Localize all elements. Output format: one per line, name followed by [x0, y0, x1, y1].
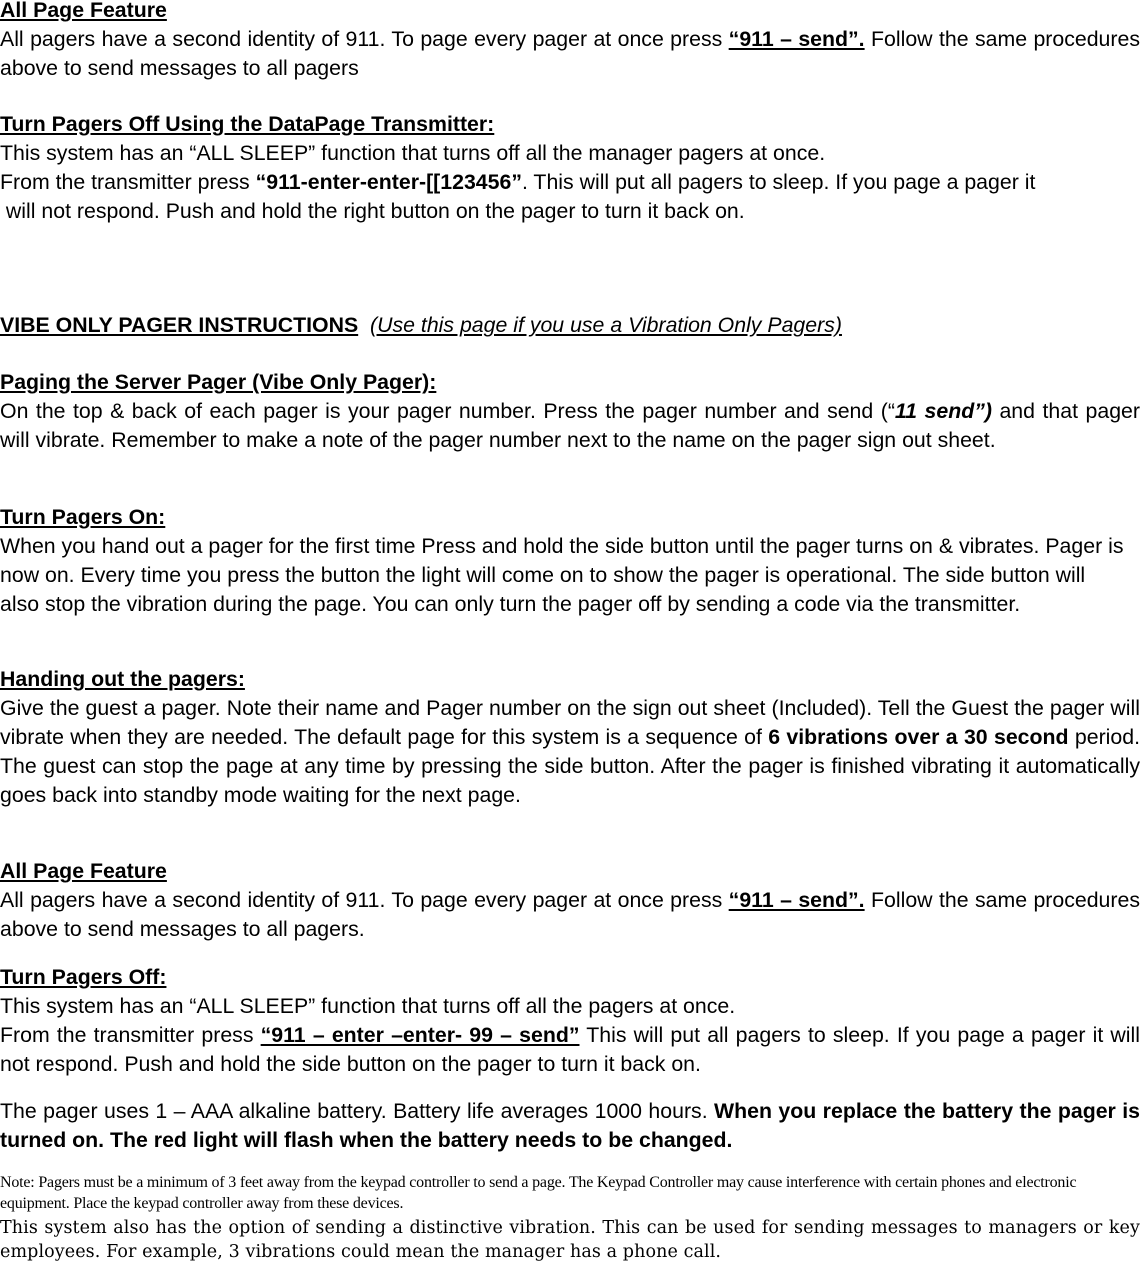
section-text: All pagers have a second identity of 911…	[0, 886, 1140, 944]
section-heading: All Page Feature	[0, 0, 167, 22]
section-heading: Paging the Server Pager (Vibe Only Pager…	[0, 370, 437, 394]
section-heading: Turn Pagers On:	[0, 505, 166, 529]
page-subtitle: (Use this page if you use a Vibration On…	[370, 313, 842, 337]
section-line: This system has an “ALL SLEEP” function …	[0, 994, 736, 1018]
section-all-page-feature-1: All Page Feature All pagers have a secon…	[0, 0, 1140, 83]
section-heading: Turn Pagers Off Using the DataPage Trans…	[0, 112, 495, 136]
section-line: This system has an “ALL SLEEP” function …	[0, 141, 826, 165]
section-turn-on: Turn Pagers On: When you hand out a page…	[0, 503, 1140, 619]
text-run: From the transmitter press	[0, 1023, 261, 1047]
section-text: On the top & back of each pager is your …	[0, 397, 1140, 455]
section-turn-off-transmitter: Turn Pagers Off Using the DataPage Trans…	[0, 110, 1140, 226]
section-battery: The pager uses 1 – AAA alkaline battery.…	[0, 1097, 1140, 1155]
section-text: This system also has the option of sendi…	[0, 1218, 1140, 1262]
section-line: From the transmitter press “911-enter-en…	[0, 168, 1140, 197]
section-note: Note: Pagers must be a minimum of 3 feet…	[0, 1172, 1135, 1214]
section-text: From the transmitter press “911 – enter …	[0, 1021, 1140, 1079]
section-text: Give the guest a pager. Note their name …	[0, 694, 1140, 810]
key-sequence: “911 – send”.	[728, 27, 865, 51]
key-sequence: “911-enter-enter-[[123456”	[255, 170, 522, 194]
section-paging-server: Paging the Server Pager (Vibe Only Pager…	[0, 368, 1140, 455]
note-text: Note: Pagers must be a minimum of 3 feet…	[0, 1174, 1077, 1212]
key-sequence: “911 – send”.	[728, 888, 865, 912]
section-heading: Handing out the pagers:	[0, 667, 245, 691]
section-text: The pager uses 1 – AAA alkaline battery.…	[0, 1097, 1140, 1155]
section-text: All pagers have a second identity of 911…	[0, 25, 1140, 83]
key-sequence: “911 – enter –enter- 99 – send”	[260, 1023, 580, 1047]
section-heading: All Page Feature	[0, 859, 167, 883]
section-all-page-feature-2: All Page Feature All pagers have a secon…	[0, 857, 1140, 944]
section-line: will not respond. Push and hold the righ…	[0, 199, 745, 223]
page-title: VIBE ONLY PAGER INSTRUCTIONS	[0, 313, 359, 337]
text-run: The pager uses 1 – AAA alkaline battery.…	[0, 1099, 715, 1123]
bold-text: 6 vibrations over a 30 second	[768, 725, 1069, 749]
section-heading: Turn Pagers Off:	[0, 965, 167, 989]
text-run: From the transmitter press	[0, 170, 256, 194]
text-run: On the top & back of each pager is your …	[0, 399, 895, 423]
vibe-only-title: VIBE ONLY PAGER INSTRUCTIONS (Use this p…	[0, 311, 1140, 340]
text-run: All pagers have a second identity of 911…	[0, 888, 729, 912]
section-handing-out: Handing out the pagers: Give the guest a…	[0, 665, 1140, 810]
text-run: . This will put all pagers to sleep. If …	[521, 170, 1036, 194]
text-run: All pagers have a second identity of 911…	[0, 27, 729, 51]
section-distinctive-vibration: This system also has the option of sendi…	[0, 1216, 1140, 1264]
section-turn-off: Turn Pagers Off: This system has an “ALL…	[0, 963, 1140, 1079]
key-sequence: 11 send”)	[894, 399, 992, 423]
section-text: When you hand out a pager for the first …	[0, 534, 1124, 616]
